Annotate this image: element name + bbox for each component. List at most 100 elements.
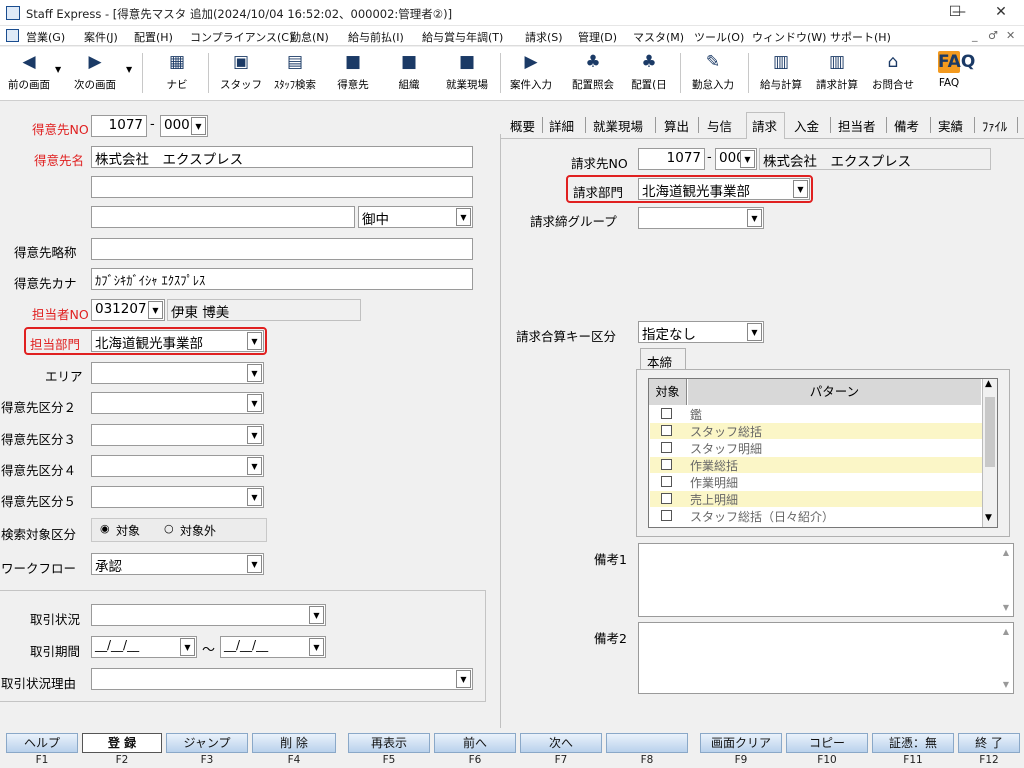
- toolbar-placement-daily-button[interactable]: ♣ 配置(日: [620, 51, 678, 97]
- billing-branch-select[interactable]: 000 ▼: [715, 148, 757, 170]
- tab-files[interactable]: ﾌｧｲﾙ: [982, 116, 1007, 135]
- toolbar-faq-button[interactable]: FAQ FAQ: [920, 51, 978, 97]
- class5-select[interactable]: ▼: [91, 486, 264, 508]
- note2-textarea[interactable]: ▲ ▼: [638, 622, 1014, 694]
- toolbar-organization-button[interactable]: ■ 組織: [380, 51, 438, 97]
- scroll-down-icon[interactable]: ▼: [1003, 603, 1009, 612]
- toolbar-project-entry-button[interactable]: ▶ 案件入力: [502, 51, 560, 97]
- mdi-restore-button[interactable]: ♂: [988, 29, 998, 42]
- menu-attendance[interactable]: 勤怠(N): [290, 29, 329, 45]
- tab-details[interactable]: 詳細: [549, 116, 574, 135]
- scroll-down-icon[interactable]: ▼: [1003, 680, 1009, 689]
- short-name-input[interactable]: [91, 238, 473, 260]
- scroll-up-icon[interactable]: ▲: [1003, 627, 1009, 636]
- f12-exit-button[interactable]: 終 了: [958, 733, 1020, 753]
- f3-jump-button[interactable]: ジャンプ: [166, 733, 248, 753]
- scroll-up-icon[interactable]: ▲: [985, 379, 992, 389]
- tab-payment[interactable]: 入金: [794, 116, 819, 135]
- grid-row[interactable]: 作業総括: [650, 457, 982, 473]
- customer-name3-input[interactable]: [91, 206, 355, 228]
- menu-placement[interactable]: 配置(H): [134, 29, 173, 45]
- menu-billing[interactable]: 請求(S): [525, 29, 563, 45]
- menu-admin[interactable]: 管理(D): [578, 29, 617, 45]
- f10-copy-button[interactable]: コピー: [786, 733, 868, 753]
- f2-register-button[interactable]: 登 録: [82, 733, 162, 753]
- trade-reason-select[interactable]: ▼: [91, 668, 473, 690]
- tab-notes[interactable]: 備考: [894, 116, 919, 135]
- forward-dropdown-icon[interactable]: ▼: [126, 65, 132, 74]
- row-checkbox[interactable]: [661, 493, 672, 504]
- scroll-thumb[interactable]: [985, 397, 995, 467]
- grid-row[interactable]: 作業明細: [650, 474, 982, 490]
- menu-compliance[interactable]: コンプライアンス(C): [190, 29, 293, 45]
- f1-help-button[interactable]: ヘルプ: [6, 733, 78, 753]
- toolbar-placement-inquiry-button[interactable]: ♣ 配置照会: [564, 51, 622, 97]
- tab-credit[interactable]: 与信: [707, 116, 732, 135]
- f11-evidence-button[interactable]: 証憑：無: [872, 733, 954, 753]
- row-checkbox[interactable]: [661, 510, 672, 521]
- trade-end-date[interactable]: __/__/__ ▼: [220, 636, 326, 658]
- menu-advance-pay[interactable]: 給与前払(I): [348, 29, 404, 45]
- note1-textarea[interactable]: ▲ ▼: [638, 543, 1014, 617]
- customer-no-input[interactable]: 1077: [91, 115, 147, 137]
- tab-overview[interactable]: 概要: [510, 116, 535, 135]
- toolbar-worksite-button[interactable]: ■ 就業現場: [438, 51, 496, 97]
- f4-delete-button[interactable]: 削 除: [252, 733, 336, 753]
- mdi-minimize-button[interactable]: _: [972, 29, 978, 42]
- grid-row[interactable]: スタッフ総括（日々紹介）: [650, 508, 982, 524]
- menu-salary[interactable]: 給与賞与年調(T): [422, 29, 503, 45]
- toolbar-inquiry-button[interactable]: ⌂ お問合せ: [864, 51, 922, 97]
- sum-key-select[interactable]: 指定なし ▼: [638, 321, 764, 343]
- radio-checked-icon[interactable]: ◉: [100, 522, 110, 535]
- customer-name-input[interactable]: 株式会社 エクスプレス: [91, 146, 473, 168]
- f7-next-button[interactable]: 次へ: [520, 733, 602, 753]
- toolbar-forward-button[interactable]: ▶ 次の画面: [66, 51, 124, 97]
- row-checkbox[interactable]: [661, 442, 672, 453]
- menu-support[interactable]: サポート(H): [830, 29, 891, 45]
- tab-results[interactable]: 実績: [938, 116, 963, 135]
- grid-row[interactable]: スタッフ総括: [650, 423, 982, 439]
- tab-worksite[interactable]: 就業現場: [593, 116, 643, 135]
- menu-window[interactable]: ウィンドウ(W): [752, 29, 826, 45]
- toolbar-attendance-button[interactable]: ✎ 勤怠入力: [684, 51, 742, 97]
- class2-select[interactable]: ▼: [91, 392, 264, 414]
- class3-select[interactable]: ▼: [91, 424, 264, 446]
- area-select[interactable]: ▼: [91, 362, 264, 384]
- dept-select[interactable]: 北海道観光事業部 ▼: [91, 330, 264, 352]
- f9-clear-button[interactable]: 画面クリア: [700, 733, 782, 753]
- kana-input[interactable]: ｶﾌﾞｼｷｶﾞｲｼｬ ｴｸｽﾌﾟﾚｽ: [91, 268, 473, 290]
- tab-calc[interactable]: 算出: [664, 116, 689, 135]
- tab-person-in-charge[interactable]: 担当者: [838, 116, 876, 135]
- radio-unchecked-icon[interactable]: ○: [164, 522, 174, 535]
- grid-scrollbar[interactable]: ▲ ▼: [982, 379, 997, 527]
- back-dropdown-icon[interactable]: ▼: [55, 65, 61, 74]
- scroll-up-icon[interactable]: ▲: [1003, 548, 1009, 557]
- grid-row[interactable]: 鑑: [650, 406, 982, 422]
- workflow-select[interactable]: 承認 ▼: [91, 553, 264, 575]
- billing-no-input[interactable]: 1077: [638, 148, 705, 170]
- customer-branch-select[interactable]: 000 ▼: [160, 115, 208, 137]
- row-checkbox[interactable]: [661, 408, 672, 419]
- toolbar-navi-button[interactable]: ▦ ナビ: [148, 51, 206, 97]
- toolbar-staff-button[interactable]: ▣ スタッフ: [212, 51, 270, 97]
- scroll-down-icon[interactable]: ▼: [985, 513, 992, 523]
- menu-sales[interactable]: 営業(G): [26, 29, 65, 45]
- toolbar-back-button[interactable]: ◀ 前の画面: [0, 51, 58, 97]
- mdi-close-button[interactable]: ✕: [1006, 29, 1015, 42]
- trade-start-date[interactable]: __/__/__ ▼: [91, 636, 197, 658]
- menu-tools[interactable]: ツール(O): [694, 29, 744, 45]
- menu-master[interactable]: マスタ(M): [633, 29, 684, 45]
- toolbar-payroll-button[interactable]: ▥ 給与計算: [752, 51, 810, 97]
- close-button[interactable]: ✕: [978, 0, 1024, 26]
- staff-no-select[interactable]: 031207 ▼: [91, 299, 165, 321]
- customer-name2-input[interactable]: [91, 176, 473, 198]
- row-checkbox[interactable]: [661, 476, 672, 487]
- trade-status-select[interactable]: ▼: [91, 604, 326, 626]
- billing-dept-select[interactable]: 北海道観光事業部 ▼: [638, 178, 810, 200]
- grid-row[interactable]: 売上明細: [650, 491, 982, 507]
- honorific-select[interactable]: 御中 ▼: [358, 206, 473, 228]
- maximize-button[interactable]: ☐: [932, 0, 978, 26]
- toolbar-staff-search-button[interactable]: ▤ ｽﾀｯﾌ検索: [266, 51, 324, 97]
- menu-project[interactable]: 案件(J): [84, 29, 118, 45]
- closing-group-select[interactable]: ▼: [638, 207, 764, 229]
